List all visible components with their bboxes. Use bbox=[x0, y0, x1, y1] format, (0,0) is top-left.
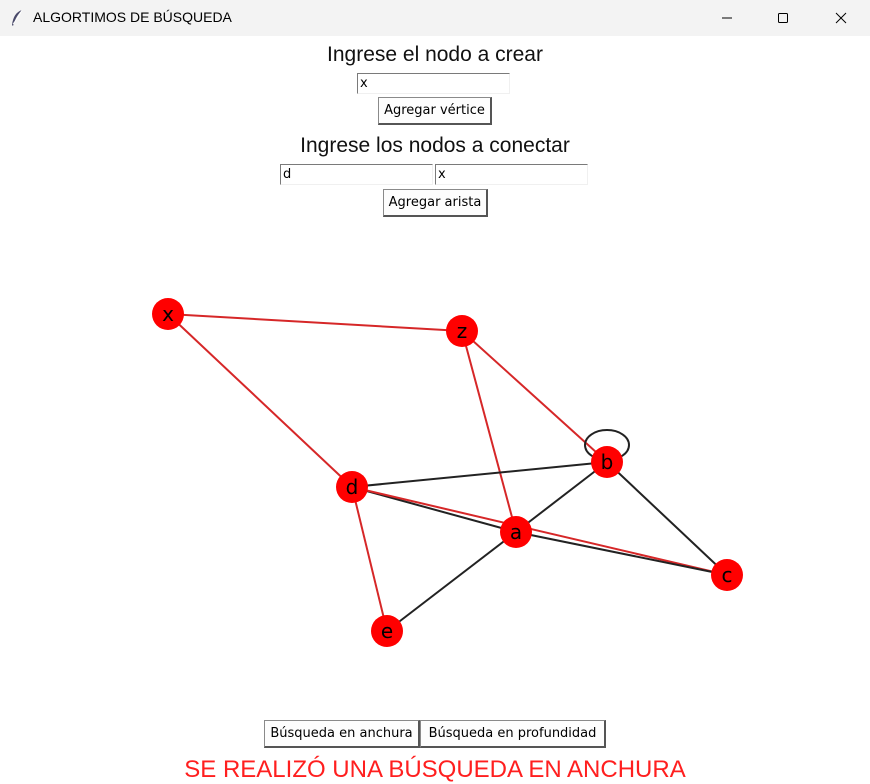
graph-canvas: x z b d a c e bbox=[152, 298, 743, 647]
edge-a-c bbox=[515, 531, 728, 576]
node-z: z bbox=[446, 315, 478, 347]
node-d: d bbox=[336, 471, 368, 503]
edge-d-c bbox=[351, 486, 728, 576]
node-x: x bbox=[152, 298, 184, 330]
node-a-label: a bbox=[510, 520, 522, 544]
node-b-label: b bbox=[601, 450, 614, 474]
edge-z-a bbox=[461, 330, 517, 533]
bfs-button[interactable]: Búsqueda en anchura bbox=[264, 720, 420, 748]
node-c: c bbox=[711, 559, 743, 591]
node-b: b bbox=[591, 446, 623, 478]
dfs-button[interactable]: Búsqueda en profundidad bbox=[420, 720, 606, 748]
edge-b-c bbox=[606, 461, 728, 576]
node-c-label: c bbox=[722, 563, 733, 587]
edge-d-e bbox=[351, 486, 388, 632]
edge-a-b bbox=[515, 461, 608, 533]
edge-a-e bbox=[386, 531, 517, 632]
node-e: e bbox=[371, 615, 403, 647]
edge-d-b bbox=[351, 461, 608, 488]
node-a: a bbox=[500, 516, 532, 548]
node-d-label: d bbox=[346, 475, 359, 499]
edge-x-z bbox=[167, 313, 463, 332]
node-z-label: z bbox=[457, 319, 468, 343]
node-e-label: e bbox=[381, 619, 393, 643]
status-message: SE REALIZÓ UNA BÚSQUEDA EN ANCHURA bbox=[184, 756, 686, 783]
node-x-label: x bbox=[162, 302, 174, 326]
edge-x-d bbox=[167, 313, 353, 488]
